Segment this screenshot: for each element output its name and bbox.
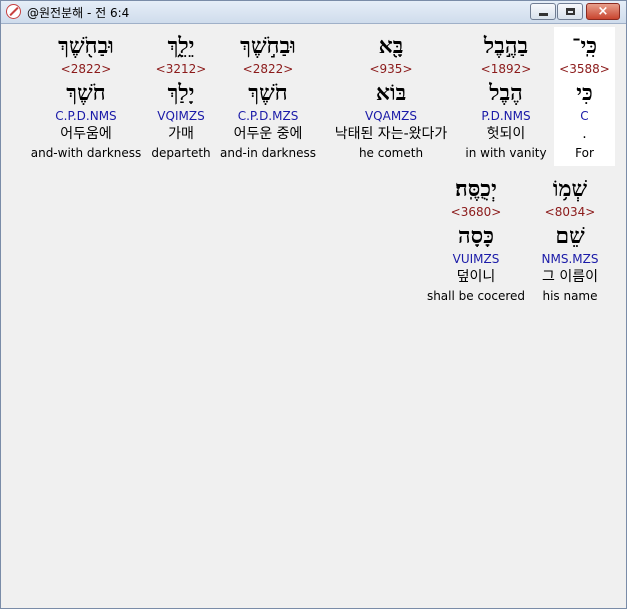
word-cell-0-5[interactable]: וּבַחֹ֖שֶׁךְ <2822> חֹשֶׁךְ C.P.D.NMS 어두… xyxy=(26,27,146,166)
english-gloss: For xyxy=(575,146,594,160)
korean-gloss: 그 이름이 xyxy=(542,269,598,285)
word-cell-1-0[interactable]: שְׁמ֥וֹ <8034> שֵׁם NMS.MZS 그 이름이 his na… xyxy=(526,170,614,309)
strong-number-link[interactable]: <1892> xyxy=(461,62,551,76)
hebrew-root: בּוֹא xyxy=(375,80,407,106)
korean-gloss: 가매 xyxy=(168,126,194,142)
strong-number-link[interactable]: <3588> xyxy=(554,62,615,76)
morphology-code: VUIMZS xyxy=(452,252,500,266)
hebrew-word: שְׁמ֥וֹ xyxy=(552,176,588,202)
word-cell-0-1[interactable]: בַהֶ֣בֶל <1892> הֶבֶל P.D.NMS 헛되이 in wit… xyxy=(461,27,551,166)
hebrew-root: שֵׁם xyxy=(555,223,585,249)
korean-gloss: 낙태된 자는-왔다가 xyxy=(334,126,448,142)
title-bar[interactable]: @원전분해 - 전 6:4 × xyxy=(1,1,626,24)
word-cell-1-1[interactable]: יְכֻסֶּֽה׃ <3680> כָּסָה VUIMZS 덮이니 shal… xyxy=(424,170,528,309)
word-cell-0-4[interactable]: יֵלֵ֑ךְ <3212> יָלַךְ VQIMZS 가매 departet… xyxy=(146,27,216,166)
morphology-code: NMS.MZS xyxy=(541,252,599,266)
morphology-code: C xyxy=(580,109,589,123)
korean-gloss: 어두운 중에 xyxy=(233,126,303,142)
english-gloss: his name xyxy=(542,289,598,303)
hebrew-word: וּבַחֹ֖שֶׁךְ xyxy=(58,33,114,59)
english-gloss: he cometh xyxy=(358,146,424,160)
hebrew-word: בָּ֖א xyxy=(378,33,404,59)
morphology-code: P.D.NMS xyxy=(481,109,531,123)
interlinear-panel: כִּֽי־ <3588> כִּי C . For בַהֶ֣בֶל <189… xyxy=(6,27,621,605)
strong-number-link[interactable]: <8034> xyxy=(526,205,614,219)
korean-gloss: 헛되이 xyxy=(486,126,526,142)
english-gloss: and-with darkness xyxy=(30,146,142,160)
word-cell-0-0[interactable]: כִּֽי־ <3588> כִּי C . For xyxy=(554,27,615,166)
korean-gloss: . xyxy=(582,126,587,142)
hebrew-root: הֶבֶל xyxy=(489,80,523,106)
hebrew-root: חֹשֶׁךְ xyxy=(248,80,288,106)
hebrew-root: כָּסָה xyxy=(458,223,494,249)
english-gloss: and-in darkness xyxy=(219,146,316,160)
strong-number-link[interactable]: <2822> xyxy=(26,62,146,76)
hebrew-root: כִּי xyxy=(576,80,593,106)
hebrew-word: בַהֶ֣בֶל xyxy=(483,33,529,59)
english-gloss: departeth xyxy=(151,146,211,160)
bible-app-icon[interactable] xyxy=(6,4,21,19)
english-gloss: shall be cocered xyxy=(426,289,526,303)
morphology-code: VQAMZS xyxy=(364,109,418,123)
close-icon: × xyxy=(597,4,609,19)
minimize-button[interactable] xyxy=(530,3,556,20)
word-cell-0-3[interactable]: וּבַחֹ֣שֶׁךְ <2822> חֹשֶׁךְ C.P.D.MZS 어두… xyxy=(216,27,320,166)
morphology-code: C.P.D.MZS xyxy=(237,109,299,123)
maximize-button[interactable] xyxy=(557,3,583,20)
hebrew-root: חֹשֶׁךְ xyxy=(66,80,106,106)
close-button[interactable]: × xyxy=(586,3,620,20)
strong-number-link[interactable]: <3680> xyxy=(424,205,528,219)
morphology-code: VQIMZS xyxy=(157,109,205,123)
strong-number-link[interactable]: <935> xyxy=(321,62,461,76)
hebrew-root: יָלַךְ xyxy=(167,80,195,106)
maximize-icon xyxy=(565,8,575,15)
korean-gloss: 덮이니 xyxy=(456,269,496,285)
english-gloss: in with vanity xyxy=(465,146,547,160)
korean-gloss: 어두움에 xyxy=(60,126,112,142)
strong-number-link[interactable]: <3212> xyxy=(146,62,216,76)
minimize-icon xyxy=(538,12,548,16)
hebrew-word: וּבַחֹ֣שֶׁךְ xyxy=(240,33,296,59)
window-title: @원전분해 - 전 6:4 xyxy=(27,6,130,20)
app-window: @원전분해 - 전 6:4 × כִּֽי־ <3588> כִּי C . F… xyxy=(0,0,627,609)
hebrew-word: יְכֻסֶּֽה׃ xyxy=(455,176,497,202)
word-cell-0-2[interactable]: בָּ֖א <935> בּוֹא VQAMZS 낙태된 자는-왔다가 he c… xyxy=(321,27,461,166)
morphology-code: C.P.D.NMS xyxy=(55,109,117,123)
strong-number-link[interactable]: <2822> xyxy=(216,62,320,76)
hebrew-word: יֵלֵ֑ךְ xyxy=(167,33,195,59)
hebrew-word: כִּֽי־ xyxy=(572,33,597,59)
